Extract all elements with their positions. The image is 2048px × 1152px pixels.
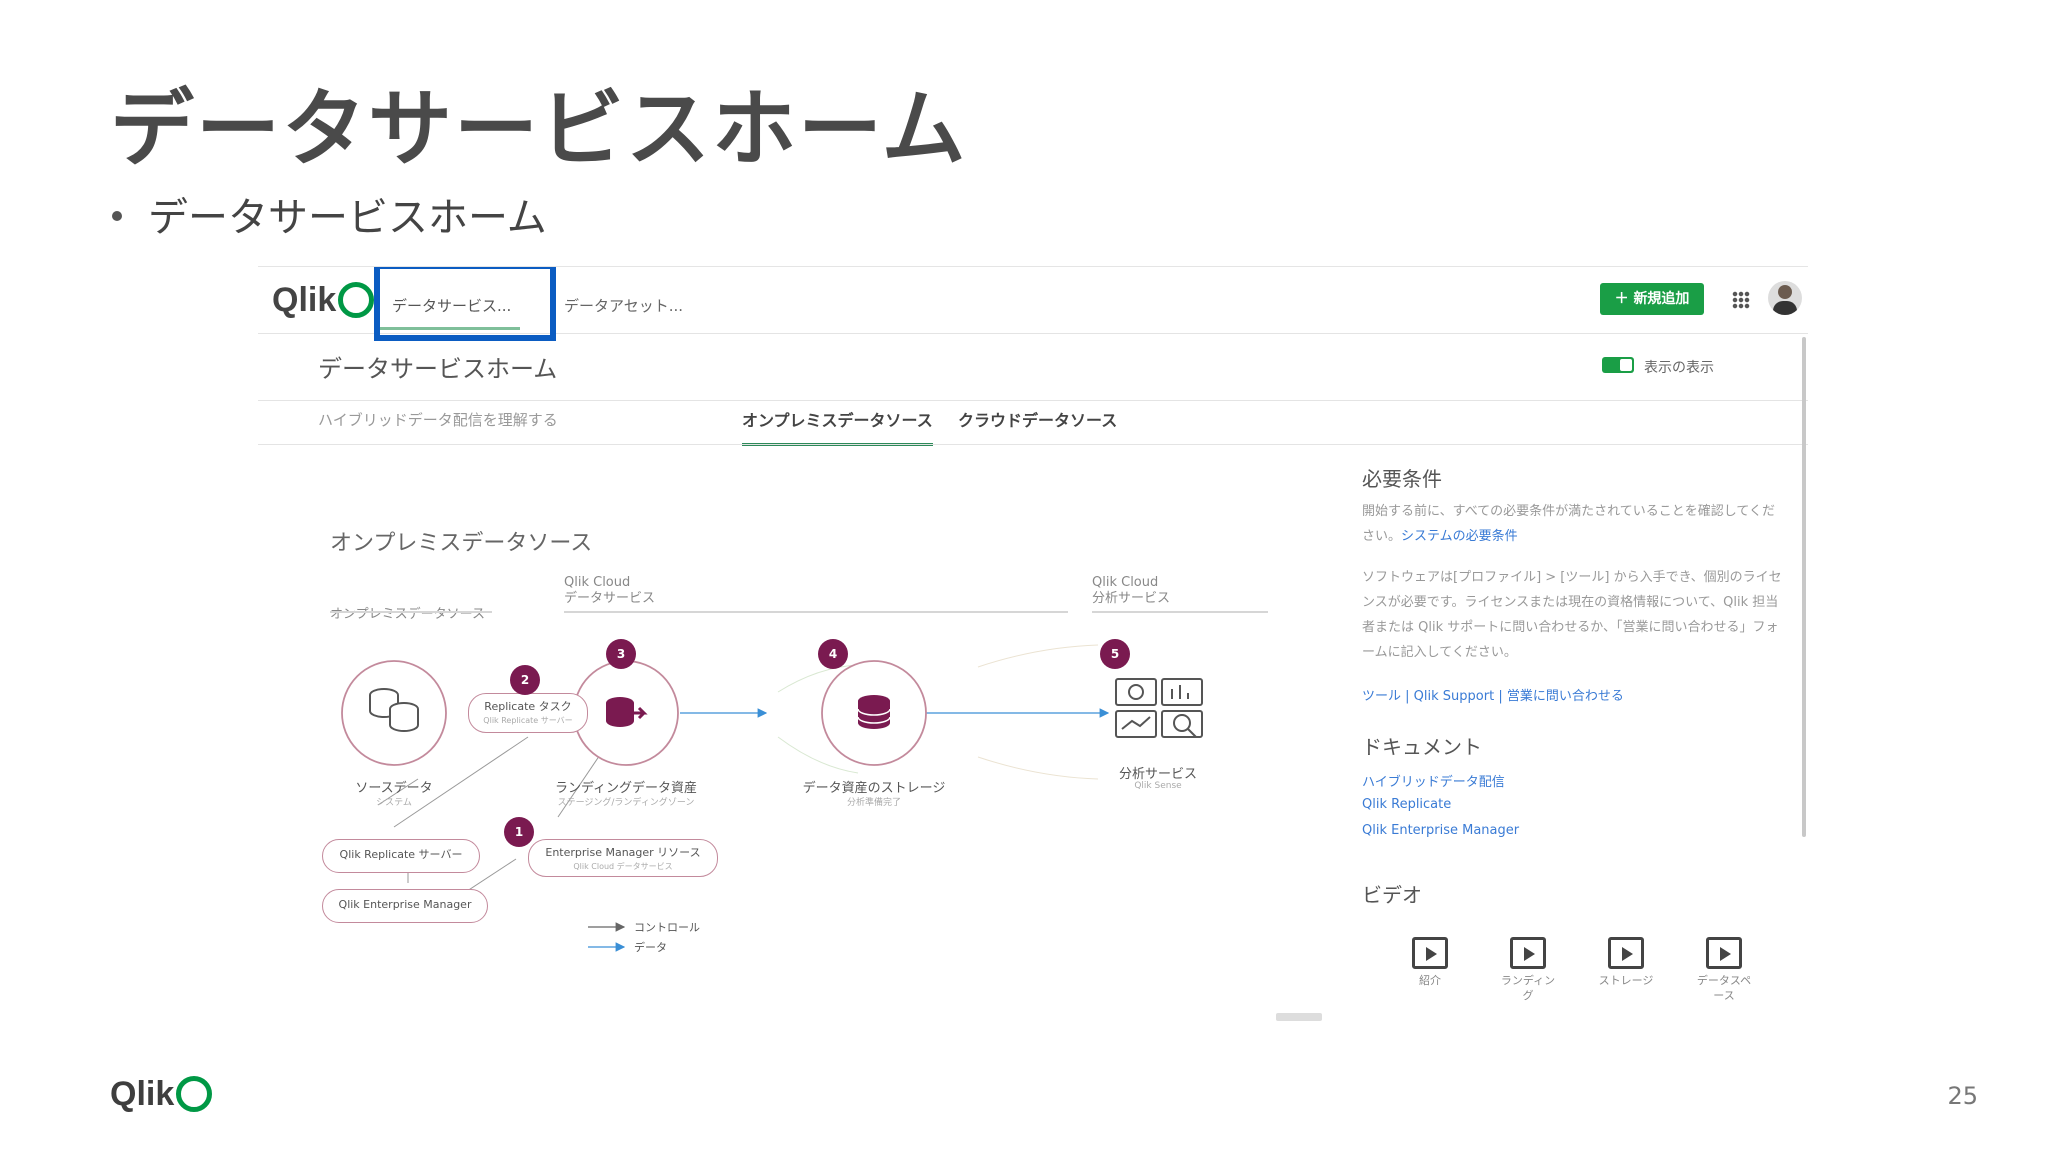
pill-sub: Qlik Replicate サーバー [483,716,573,725]
toggle-label: 表示の表示 [1644,360,1714,376]
video-item[interactable]: 紹介 [1400,937,1460,988]
step-badge: 4 [818,639,848,669]
faint-curve [977,644,1099,668]
landing-label: ランディングデータ資産 [554,781,698,796]
storage-label: データ資産のストレージ [802,781,946,796]
video-title: ビデオ [1362,883,1422,907]
video-label: 紹介 [1419,974,1441,987]
video-label: データスペース [1696,974,1752,1002]
prereq-link[interactable]: システムの必要条件 [1401,529,1518,544]
tools-link[interactable]: ツール [1362,689,1401,704]
source-sub: システム [376,798,412,808]
prereq-text: 開始する前に、すべての必要条件が満たされていることを確認してください。システムの… [1362,499,1782,549]
app-screenshot: Qlik データサービス... データアセット... ＋ 新規追加 データサービ… [258,266,1808,1023]
enterprise-manager-pill[interactable]: Qlik Enterprise Manager [322,889,488,923]
contact-link[interactable]: 営業に問い合わせる [1507,689,1624,704]
page-number: 25 [1947,1082,1978,1110]
prereq-title: 必要条件 [1362,467,1442,491]
doc-link[interactable]: Qlik Enterprise Manager [1362,823,1519,838]
legend-control-label: コントロール [634,921,700,934]
pill-sub: Qlik Cloud データサービス [573,862,673,871]
step-badge: 2 [510,665,540,695]
analytics-label: 分析サービス [1118,767,1197,782]
pill-label: Enterprise Manager リソース [545,846,701,859]
docs-title: ドキュメント [1362,735,1482,759]
faint-curve [977,756,1099,780]
database-icon [857,695,891,729]
vertical-scrollbar[interactable] [1802,337,1806,837]
footer-qlik-logo: Qlik [110,1075,213,1114]
video-icon [1706,937,1742,969]
video-icon [1608,937,1644,969]
landing-sub: ステージング/ランディングゾーン [557,798,695,808]
bullet-text: データサービスホーム [148,195,547,241]
bullet-item: データサービスホーム [112,185,547,243]
step-badge: 5 [1100,639,1130,669]
app-grid-icon[interactable] [1732,291,1750,309]
step-badge: 1 [504,817,534,847]
video-item[interactable]: ランディング [1498,937,1558,1003]
analytics-sub: Qlik Sense [1134,781,1182,791]
replicate-server-pill[interactable]: Qlik Replicate サーバー [322,839,480,873]
slide-title: データサービスホーム [110,80,968,178]
storage-sub: 分析準備完了 [846,798,901,808]
video-item[interactable]: ストレージ [1596,937,1656,988]
video-label: ランディング [1500,974,1556,1002]
legend-data-label: データ [634,941,667,954]
analytics-icon[interactable] [1115,678,1203,738]
video-label: ストレージ [1598,974,1654,987]
video-item[interactable]: データスペース [1694,937,1754,1003]
em-resource-pill[interactable]: Enterprise Manager リソース Qlik Cloud データサービ… [528,839,718,877]
footer-logo-text: Qlik [110,1075,175,1113]
video-icon [1510,937,1546,969]
support-link[interactable]: Qlik Support [1414,689,1495,704]
pill-label: Replicate タスク [484,700,572,713]
prereq-text2: ソフトウェアは[プロファイル] > [ツール] から入手でき、個別のライセンスが… [1362,570,1782,660]
add-new-button[interactable]: ＋ 新規追加 [1600,283,1704,315]
video-icon [1412,937,1448,969]
doc-link[interactable]: ハイブリッドデータ配信 [1362,771,1505,790]
source-label: ソースデータ [355,781,433,796]
doc-link[interactable]: Qlik Replicate [1362,797,1451,812]
bullet-dot [112,211,122,221]
avatar[interactable] [1768,281,1802,315]
replicate-task-pill[interactable]: Replicate タスク Qlik Replicate サーバー [468,693,588,733]
qlik-q-icon [176,1076,213,1113]
step-badge: 3 [606,639,636,669]
display-toggle[interactable] [1602,357,1634,373]
add-new-label: 新規追加 [1633,291,1690,307]
help-links: ツール | Qlik Support | 営業に問い合わせる [1362,689,1624,704]
